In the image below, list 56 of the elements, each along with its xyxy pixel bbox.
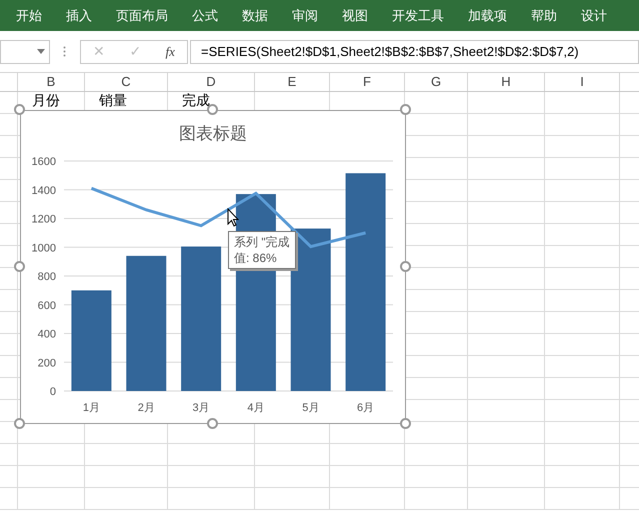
resize-handle[interactable] bbox=[400, 418, 411, 429]
tooltip-text: 系列 "完成 bbox=[234, 234, 290, 250]
cell-text: 销量 bbox=[98, 92, 128, 108]
ribbon-tab[interactable]: 加载项 bbox=[468, 6, 507, 26]
axis-label: 6月 bbox=[357, 402, 374, 414]
column-header[interactable]: D bbox=[168, 73, 255, 91]
axis-label: 1月 bbox=[82, 402, 100, 414]
axis-label: 800 bbox=[38, 271, 56, 283]
column-header[interactable]: I bbox=[545, 73, 620, 91]
resize-handle[interactable] bbox=[400, 104, 411, 115]
axis-label: 1400 bbox=[32, 184, 56, 197]
resize-handle[interactable] bbox=[14, 418, 25, 429]
chart-title: 图表标题 bbox=[178, 123, 248, 145]
axis-label: 3月 bbox=[192, 402, 210, 414]
column-header[interactable]: C bbox=[85, 73, 168, 91]
grip-icon bbox=[63, 46, 66, 57]
axis-label: 4月 bbox=[247, 402, 264, 414]
formula-field[interactable]: =SERIES(Sheet2!$D$1,Sheet2!$B$2:$B$7,Sheet2!$D$2:$D$7,2) bbox=[190, 40, 639, 64]
tooltip-text: 值: 86% bbox=[234, 250, 278, 266]
cursor-icon bbox=[227, 208, 239, 227]
bar[interactable] bbox=[290, 228, 331, 391]
ribbon-tab[interactable]: 数据 bbox=[242, 6, 268, 26]
ribbon-tab[interactable]: 视图 bbox=[342, 6, 368, 26]
resize-handle[interactable] bbox=[14, 261, 25, 272]
column-header[interactable]: B bbox=[18, 73, 85, 91]
dropdown-icon bbox=[37, 49, 45, 54]
ribbon-tab[interactable]: 页面布局 bbox=[116, 6, 168, 26]
axis-label: 200 bbox=[38, 357, 56, 370]
resize-handle[interactable] bbox=[207, 418, 218, 429]
axis-label: 600 bbox=[38, 300, 56, 312]
axis-label: 1200 bbox=[32, 214, 56, 226]
axis-label: 1000 bbox=[32, 242, 56, 254]
ribbon-tab[interactable]: 设计 bbox=[581, 6, 607, 26]
resize-handle[interactable] bbox=[14, 104, 25, 115]
axis-label: 1600 bbox=[32, 156, 56, 168]
ribbon-tab[interactable]: 开始 bbox=[16, 6, 42, 26]
ribbon-tab[interactable]: 帮助 bbox=[531, 6, 557, 26]
column-header[interactable]: E bbox=[255, 73, 330, 91]
column-header[interactable]: H bbox=[468, 73, 545, 91]
ribbon-tab[interactable]: 公式 bbox=[192, 6, 218, 26]
line-series[interactable] bbox=[90, 186, 366, 248]
column-header[interactable]: F bbox=[330, 73, 405, 91]
cell-text: 完成 bbox=[181, 92, 211, 108]
axis-label: 5月 bbox=[302, 402, 320, 414]
bar[interactable] bbox=[126, 256, 166, 391]
insert-function-button[interactable]: fx bbox=[166, 42, 175, 62]
resize-handle[interactable] bbox=[400, 261, 411, 272]
axis-label: 400 bbox=[38, 328, 56, 340]
name-box[interactable] bbox=[0, 40, 50, 64]
column-header[interactable]: G bbox=[405, 73, 468, 91]
ribbon-tab[interactable]: 开发工具 bbox=[392, 6, 444, 26]
ribbon-tab[interactable]: 插入 bbox=[66, 6, 92, 26]
ribbon-tab[interactable]: 审阅 bbox=[292, 6, 318, 26]
cell-text: 月份 bbox=[31, 92, 61, 108]
axis-label: 2月 bbox=[138, 402, 155, 414]
axis-label: 0 bbox=[50, 386, 56, 398]
